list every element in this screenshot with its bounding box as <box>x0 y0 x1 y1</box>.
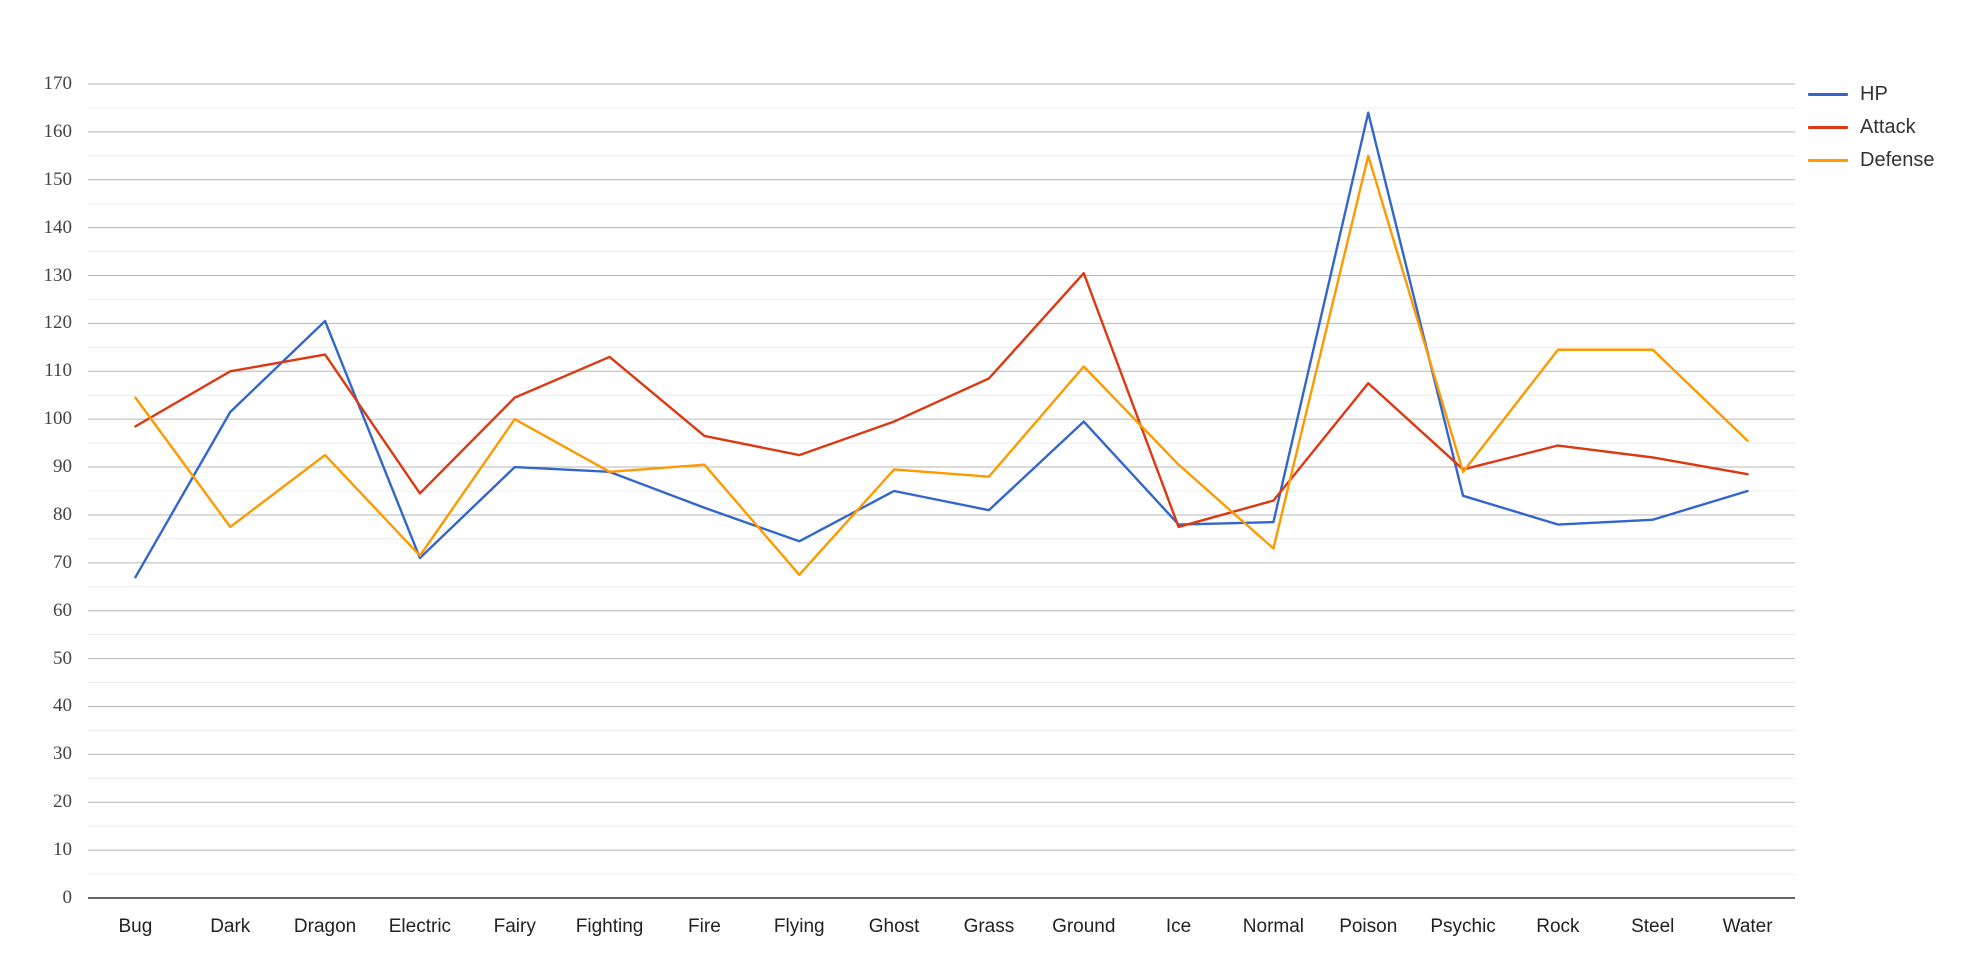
legend-label: Attack <box>1860 116 1916 138</box>
x-tick-label-dragon: Dragon <box>293 916 357 937</box>
y-tick-label: 90 <box>53 456 72 478</box>
legend-label: Defense <box>1860 149 1935 171</box>
y-tick-label: 10 <box>53 839 72 861</box>
y-tick-label: 20 <box>53 791 72 813</box>
major-gridlines <box>88 83 1795 851</box>
legend-swatch-icon <box>1808 159 1848 162</box>
line-chart: 170 160 150 140 130 120 110 100 90 80 70 60 50 40 30 20… <box>0 0 1983 967</box>
series-line-hp <box>134 111 1749 579</box>
x-tick-label-rock: Rock <box>1536 916 1580 937</box>
y-tick-label: 0 <box>62 887 73 908</box>
legend-item-defense[interactable]: Defense <box>1808 144 1935 177</box>
x-tick-label-steel: Steel <box>1631 916 1675 937</box>
series-line-defense <box>134 154 1749 576</box>
y-tick-label: 60 <box>53 599 72 621</box>
x-tick-label-ground: Ground <box>1052 916 1116 937</box>
x-tick-label-electric: Electric <box>388 916 452 937</box>
legend-item-hp[interactable]: HP <box>1808 78 1935 111</box>
chart-plot-area <box>88 83 1795 899</box>
x-tick-label-ghost: Ghost <box>868 916 920 937</box>
y-tick-label: 120 <box>43 312 73 334</box>
y-tick-label: 100 <box>43 408 73 430</box>
legend-swatch-icon <box>1808 126 1848 129</box>
x-tick-label-normal: Normal <box>1242 916 1305 937</box>
y-tick-label: 150 <box>43 168 73 190</box>
y-tick-label: 40 <box>53 695 72 717</box>
y-tick-label: 110 <box>44 360 72 382</box>
x-tick-label-fire: Fire <box>688 916 721 937</box>
y-tick-label: 80 <box>53 503 72 525</box>
y-tick-label: 160 <box>43 120 73 142</box>
chart-legend: HP Attack Defense <box>1808 78 1935 177</box>
legend-label: HP <box>1860 83 1888 105</box>
y-tick-label: 170 <box>43 73 73 94</box>
x-tick-label-psychic: Psychic <box>1430 916 1496 937</box>
x-tick-label-bug: Bug <box>118 916 153 937</box>
y-tick-label: 50 <box>53 647 72 669</box>
x-tick-label-flying: Flying <box>773 916 825 937</box>
legend-swatch-icon <box>1808 93 1848 96</box>
x-tick-label-fairy: Fairy <box>493 916 536 937</box>
y-tick-label: 70 <box>53 551 72 573</box>
x-tick-label-poison: Poison <box>1339 916 1398 937</box>
x-tick-label-ice: Ice <box>1165 916 1192 937</box>
legend-item-attack[interactable]: Attack <box>1808 111 1935 144</box>
data-series-group <box>134 111 1749 579</box>
x-tick-label-grass: Grass <box>963 916 1015 937</box>
y-tick-label: 30 <box>53 743 72 765</box>
series-line-attack <box>134 271 1749 529</box>
y-tick-label: 140 <box>43 216 73 238</box>
y-tick-label: 130 <box>43 264 73 286</box>
x-tick-label-fighting: Fighting <box>575 916 644 937</box>
x-tick-label-water: Water <box>1722 916 1773 937</box>
minor-gridlines <box>88 107 1795 875</box>
x-tick-label-dark: Dark <box>210 916 251 937</box>
